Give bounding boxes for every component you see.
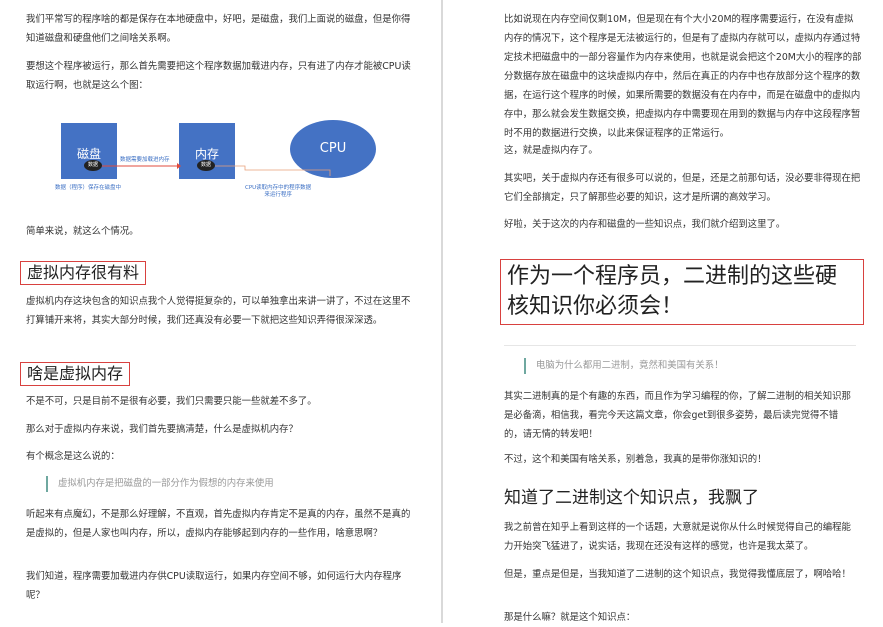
binary-quote: 电脑为什么都用二进制，竟然和美国有关系！ [524, 358, 866, 374]
right-paragraph-2: 这，就是虚拟内存了。 [504, 145, 598, 156]
left-paragraph-1: 我们平常写的程序啥的都是保存在本地硬盘中，好吧，是磁盘，我们上面说的磁盘，但是你… [26, 14, 411, 44]
disk-caption: 数据（程序）保存在磁盘中 [55, 185, 122, 191]
vm-definition-quote: 虚拟机内存是把磁盘的一部分作为假想的内存来使用 [46, 476, 418, 492]
diagram-arrows [102, 163, 331, 176]
left-paragraph-5: 不是不可，只是目前不是很有必要，我们只需要只能一些就差不多了。 [26, 396, 317, 407]
heading-rule [504, 345, 856, 346]
left-paragraph-7: 有个概念是这么说的： [26, 451, 120, 462]
left-page: 我们平常写的程序啥的都是保存在本地硬盘中，好吧，是磁盘，我们上面说的磁盘，但是你… [0, 0, 441, 623]
left-paragraph-4: 虚拟机内存这块包含的知识点我个人觉得挺复杂的，可以单独拿出来讲一讲了，不过在这里… [26, 296, 411, 326]
right-paragraph-4: 好啦，关于这次的内存和磁盘的一些知识点，我们就介绍到这里了。 [504, 219, 786, 230]
arrow-label: 数据需要加载进内存 [120, 157, 170, 163]
left-paragraph-9: 我们知道，程序需要加载进内存供CPU读取运行，如果内存空间不够，如何运行大内存程… [26, 571, 402, 601]
heading-vm-complex: 虚拟内存很有料 [20, 261, 147, 285]
binary-article-heading: 作为一个程序员，二进制的这些硬核知识你必须会！ [500, 259, 864, 325]
right-paragraph-5: 其实二进制真的是个有趣的东西，而且作为学习编程的你，了解二进制的相关知识那是必备… [504, 391, 851, 440]
disk-to-memory-arrowhead [177, 163, 181, 169]
memory-to-cpu-arrow [215, 165, 331, 176]
page-divider [441, 0, 443, 623]
right-paragraph-8: 但是，重点是但是，当我知道了二进制的这个知识点，我觉得我懂底层了，啊哈哈！ [504, 569, 851, 580]
cpu-caption: CPU读取内存中的程序数据 来运行程序 [245, 185, 312, 198]
heading-what-is-vm: 啥是虚拟内存 [20, 362, 131, 386]
right-paragraph-9: 那是什么嘛？就是这个知识点： [504, 612, 636, 623]
left-paragraph-6: 那么对于虚拟内存来说，我们首先要搞清楚，什么是虚拟机内存？ [26, 424, 298, 435]
left-paragraph-8: 听起来有点魔幻，不是那么好理解，不直观，首先虚拟内存肯定不是真的内存，虽然不是真… [26, 509, 411, 539]
left-paragraph-3: 简单来说，就这么个情况。 [26, 226, 139, 237]
binary-subheading: 知道了二进制这个知识点，我飘了 [504, 488, 759, 508]
right-paragraph-6: 不过，这个和美国有啥关系，别着急，我真的是带你涨知识的！ [504, 454, 767, 465]
memory-diagram: 磁盘 数据 内存 数据 CPU 数据需要加载进内存 数据（程序）保存在磁盘中 C… [40, 108, 400, 220]
right-paragraph-1: 比如说现在内存空间仅剩10M，但是现在有个大小20M的程序需要运行，在没有虚拟内… [504, 14, 862, 139]
right-paragraph-3: 其实吧，关于虚拟内存还有很多可以说的，但是，还是之前那句话，没必要非得现在把它们… [504, 173, 861, 203]
left-paragraph-2: 要想这个程序被运行，那么首先需要把这个程序数据加载进内存，只有进了内存才能被CP… [26, 61, 411, 91]
right-paragraph-7: 我之前曾在知乎上看到这样的一个话题，大意就是说你从什么时候觉得自己的编程能力开始… [504, 522, 851, 552]
